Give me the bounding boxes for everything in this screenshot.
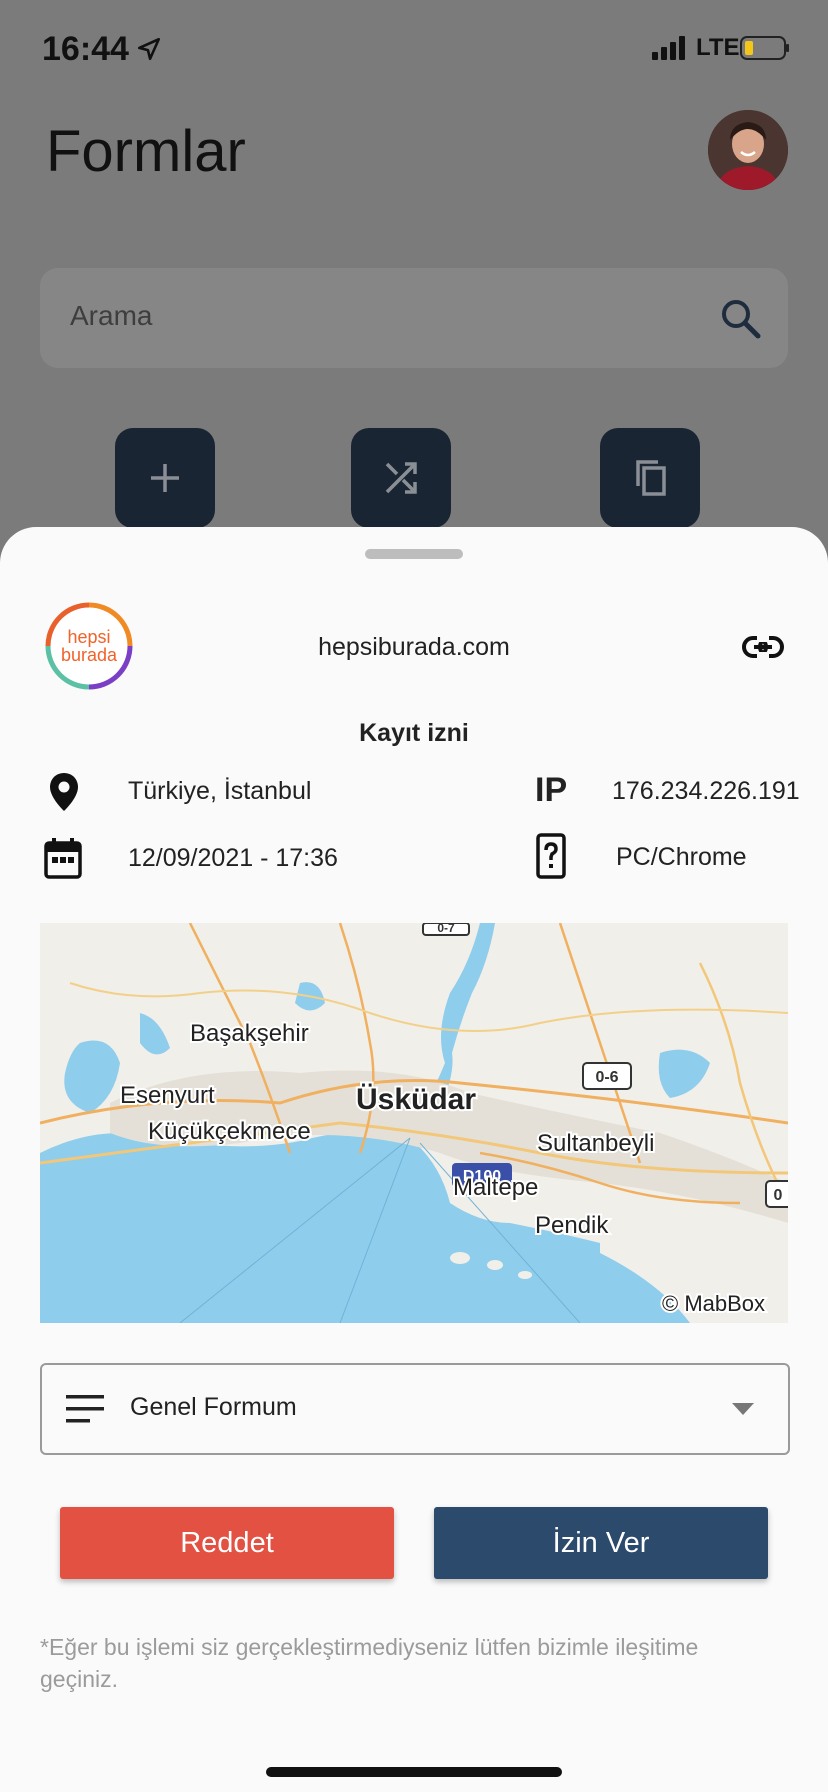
map-label-uskudar: Üsküdar [356,1083,476,1116]
location-arrow-icon [137,37,161,61]
map-attribution: © MabBox [662,1291,765,1316]
location-pin-icon [50,773,78,811]
road-label-o: 0 [774,1187,783,1204]
road-label-o7: 0-7 [437,923,455,935]
device-text: PC/Chrome [616,843,747,871]
chevron-down-icon [732,1403,754,1415]
copy-button[interactable] [600,428,700,528]
link-icon[interactable] [742,631,784,663]
add-button[interactable] [115,428,215,528]
map-label-sultanbeyli: Sultanbeyli [537,1130,654,1157]
calendar-icon [44,838,82,879]
form-select[interactable]: Genel Formum [40,1363,790,1455]
map-label-kucukcekmece: Küçükçekmece [148,1118,311,1145]
search-icon[interactable] [718,296,762,340]
shuffle-icon [385,462,417,494]
page-title: Formlar [46,119,246,184]
status-bar: 16:44 LTE [0,0,828,100]
device-unknown-icon [536,833,566,879]
site-domain: hepsiburada.com [318,633,510,661]
location-map[interactable]: 0-7 0-6 D100 0 Başakşehir Esenyurt Küçük… [40,923,788,1323]
road-label-o6: 0-6 [595,1069,618,1086]
consent-heading: Kayıt izni [359,719,469,747]
map-canvas: 0-7 0-6 D100 0 Başakşehir Esenyurt Küçük… [40,923,788,1323]
home-indicator[interactable] [266,1767,562,1777]
ip-icon: IP [535,771,568,809]
search-input[interactable]: Arama [70,300,152,332]
signal-icon [652,36,685,60]
map-label-basaksehir: Başakşehir [190,1020,309,1047]
map-label-maltepe: Maltepe [453,1174,538,1201]
battery-icon [740,36,789,60]
location-text: Türkiye, İstanbul [128,777,312,805]
copy-icon [636,460,666,496]
reject-button[interactable]: Reddet [60,1507,394,1579]
avatar[interactable] [708,110,788,190]
network-type: LTE [696,34,740,61]
consent-sheet: hepsi burada hepsiburada.com Kayıt izni … [0,527,828,1792]
search-bar[interactable]: Arama [40,268,788,368]
form-select-value: Genel Formum [130,1393,297,1421]
date-time-text: 12/09/2021 - 17:36 [128,844,338,872]
sheet-grabber[interactable] [365,549,463,559]
status-time: 16:44 [42,30,129,68]
shuffle-button[interactable] [351,428,451,528]
profile-photo [708,110,788,190]
map-label-pendik: Pendik [535,1212,609,1239]
plus-icon [151,464,179,492]
allow-button[interactable]: İzin Ver [434,1507,768,1579]
notes-icon [66,1395,104,1423]
footnote: *Eğer bu işlemi siz gerçekleştirmediysen… [40,1634,699,1692]
ip-address: 176.234.226.191 [612,777,800,805]
map-label-esenyurt: Esenyurt [120,1082,215,1109]
